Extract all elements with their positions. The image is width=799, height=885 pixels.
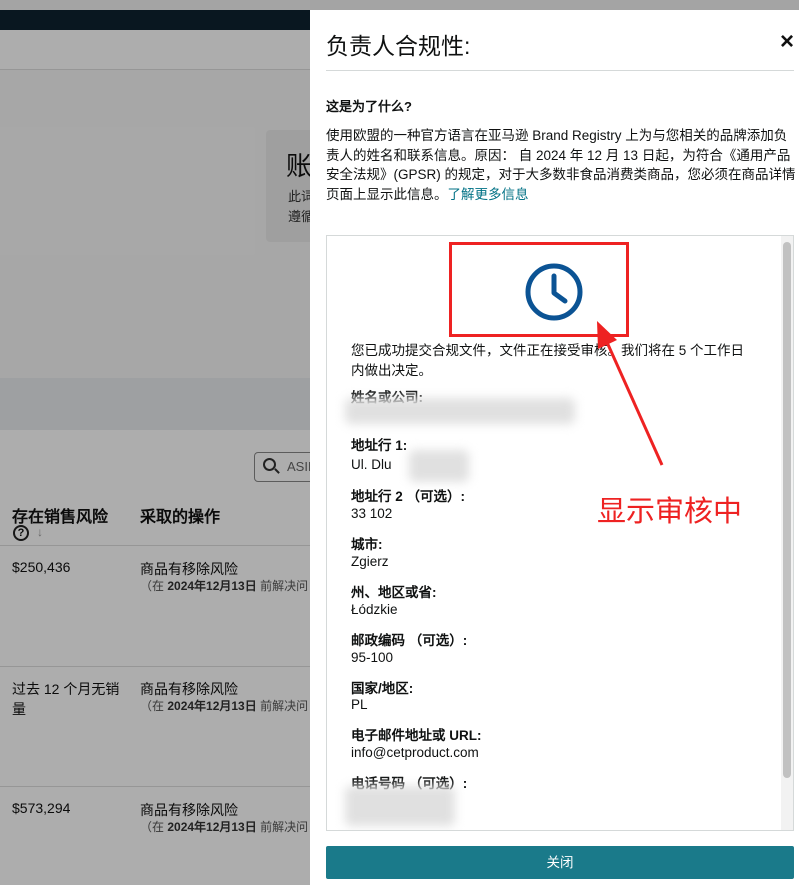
redacted-phone [345, 786, 455, 826]
description-text: 使用欧盟的一种官方语言在亚马逊 Brand Registry 上为与您相关的品牌… [326, 128, 796, 202]
field-value-address2: 33 102 [351, 506, 393, 521]
field-label-country: 国家/地区: [351, 681, 414, 696]
redacted-address [409, 450, 469, 482]
learn-more-link[interactable]: 了解更多信息 [448, 187, 529, 202]
close-icon[interactable]: × [780, 28, 794, 56]
field-value-zip: 95-100 [351, 650, 394, 665]
field-label-address1: 地址行 1: [351, 438, 408, 453]
field-label-city: 城市: [351, 537, 383, 552]
field-label-address2: 地址行 2 （可选）: [351, 489, 466, 504]
redacted-name [345, 398, 575, 424]
field-label-zip: 邮政编码 （可选）: [351, 633, 468, 648]
status-message: 您已成功提交合规文件，文件正在接受审核。我们将在 5 个工作日内做出决定。 [351, 343, 745, 378]
field-value-address1: Ul. Dlu [351, 457, 392, 472]
modal-divider [326, 70, 794, 71]
compliance-modal: 负责人合规性: × 这是为了什么? 使用欧盟的一种官方语言在亚马逊 Brand … [310, 10, 799, 885]
annotation-highlight-box [449, 242, 629, 337]
close-button[interactable]: 关闭 [326, 846, 794, 879]
scrollbar[interactable] [781, 236, 793, 830]
field-value-city: Zgierz [351, 554, 389, 569]
scrollbar-thumb[interactable] [783, 242, 791, 778]
field-value-state: Łódzkie [351, 602, 398, 617]
annotation-label: 显示审核中 [597, 496, 743, 528]
field-label-state: 州、地区或省: [351, 585, 437, 600]
field-value-email: info@cetproduct.com [351, 745, 479, 760]
modal-description: 使用欧盟的一种官方语言在亚马逊 Brand Registry 上为与您相关的品牌… [326, 126, 796, 204]
modal-subheading: 这是为了什么? [326, 99, 412, 114]
field-label-email: 电子邮件地址或 URL: [351, 728, 482, 743]
modal-title: 负责人合规性: [326, 33, 471, 59]
field-value-country: PL [351, 697, 368, 712]
